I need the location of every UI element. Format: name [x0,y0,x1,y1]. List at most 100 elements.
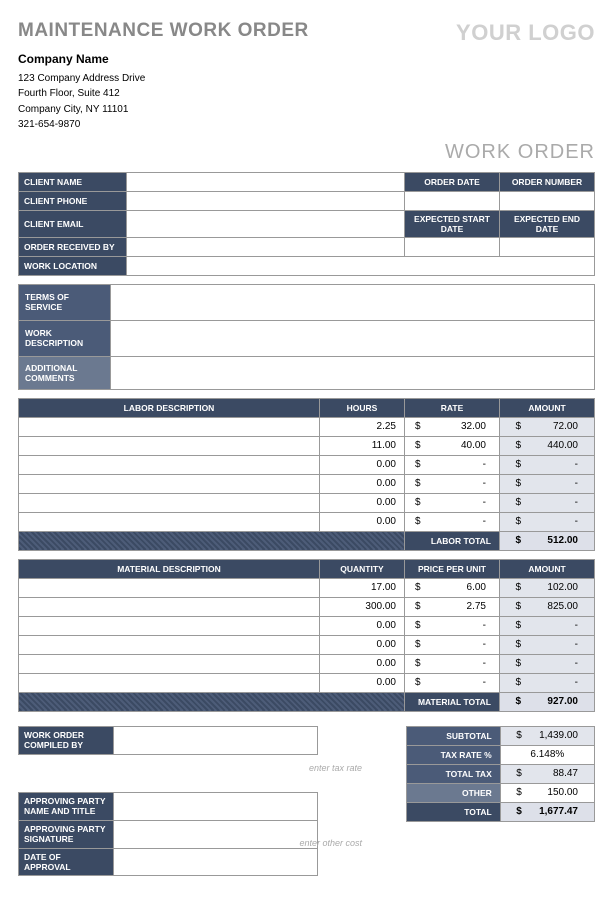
client-email-label: CLIENT EMAIL [19,210,127,237]
company-addr1: 123 Company Address Drive [18,71,309,87]
material-desc-cell[interactable] [19,635,320,654]
work-desc-field[interactable] [111,320,595,356]
table-row: 0.00$-$- [19,654,595,673]
other-label: OTHER [407,783,501,802]
table-row: 0.00$-$- [19,616,595,635]
material-ppu-cell[interactable]: $- [405,673,500,692]
labor-hours-cell[interactable]: 0.00 [320,474,405,493]
material-ppu-cell[interactable]: $6.00 [405,578,500,597]
totaltax-value: $88.47 [500,764,594,783]
labor-hatch [19,531,405,550]
compiled-by-field[interactable] [114,726,318,754]
table-row: 300.00$2.75$825.00 [19,597,595,616]
material-amount-cell: $- [500,616,595,635]
material-ppu-cell[interactable]: $- [405,635,500,654]
work-desc-label: WORK DESCRIPTION [19,320,111,356]
labor-hours-cell[interactable]: 11.00 [320,436,405,455]
labor-hours-cell[interactable]: 0.00 [320,455,405,474]
order-date-field[interactable] [405,191,500,210]
taxrate-label: TAX RATE % [407,745,501,764]
material-desc-cell[interactable] [19,616,320,635]
table-row: 11.00$40.00$440.00 [19,436,595,455]
comments-field[interactable] [111,356,595,389]
material-qty-cell[interactable]: 0.00 [320,673,405,692]
company-name: Company Name [18,50,309,69]
table-row: 0.00$-$- [19,455,595,474]
table-row: 0.00$-$- [19,635,595,654]
labor-hours-cell[interactable]: 0.00 [320,493,405,512]
labor-amount-cell: $72.00 [500,417,595,436]
material-ppu-cell[interactable]: $- [405,616,500,635]
terms-field[interactable] [111,284,595,320]
table-row: 2.25$32.00$72.00 [19,417,595,436]
order-received-field[interactable] [127,237,405,256]
labor-rate-cell[interactable]: $- [405,455,500,474]
order-received-label: ORDER RECEIVED BY [19,237,127,256]
client-phone-label: CLIENT PHONE [19,191,127,210]
labor-desc-cell[interactable] [19,417,320,436]
client-name-field[interactable] [127,172,405,191]
labor-desc-cell[interactable] [19,455,320,474]
material-amount-cell: $102.00 [500,578,595,597]
tax-rate-hint: enter tax rate [18,759,368,778]
grand-total-label: TOTAL [407,802,501,821]
material-qty-cell[interactable]: 17.00 [320,578,405,597]
labor-rate-cell[interactable]: $40.00 [405,436,500,455]
material-qty-cell[interactable]: 0.00 [320,635,405,654]
expected-start-label: EXPECTED START DATE [405,210,500,237]
labor-rate-cell[interactable]: $- [405,493,500,512]
terms-label: TERMS OF SERVICE [19,284,111,320]
work-location-field[interactable] [127,256,595,275]
material-desc-cell[interactable] [19,654,320,673]
expected-start-field[interactable] [405,237,500,256]
material-ppu-cell[interactable]: $2.75 [405,597,500,616]
material-table: MATERIAL DESCRIPTION QUANTITY PRICE PER … [18,559,595,712]
totaltax-label: TOTAL TAX [407,764,501,783]
subtotal-value: $1,439.00 [500,726,594,745]
labor-amount-cell: $- [500,455,595,474]
material-desc-cell[interactable] [19,597,320,616]
approver-name-field[interactable] [114,792,318,820]
order-date-label: ORDER DATE [405,172,500,191]
material-hatch [19,692,405,711]
expected-end-field[interactable] [500,237,595,256]
labor-total-value: $512.00 [500,531,595,550]
material-qty-cell[interactable]: 300.00 [320,597,405,616]
page-title: MAINTENANCE WORK ORDER [18,20,309,42]
material-ppu-cell[interactable]: $- [405,654,500,673]
material-desc-cell[interactable] [19,578,320,597]
labor-hours-cell[interactable]: 0.00 [320,512,405,531]
taxrate-value[interactable]: 6.148% [500,745,594,764]
table-row: 0.00$-$- [19,493,595,512]
material-amount-cell: $- [500,673,595,692]
labor-hours-cell[interactable]: 2.25 [320,417,405,436]
material-desc-header: MATERIAL DESCRIPTION [19,559,320,578]
material-qty-cell[interactable]: 0.00 [320,616,405,635]
material-total-value: $927.00 [500,692,595,711]
labor-desc-cell[interactable] [19,436,320,455]
other-cost-hint: enter other cost [18,834,368,853]
labor-rate-cell[interactable]: $- [405,474,500,493]
labor-desc-cell[interactable] [19,474,320,493]
labor-rate-cell[interactable]: $32.00 [405,417,500,436]
labor-rate-cell[interactable]: $- [405,512,500,531]
labor-table: LABOR DESCRIPTION HOURS RATE AMOUNT 2.25… [18,398,595,551]
labor-amount-cell: $- [500,512,595,531]
table-row: 17.00$6.00$102.00 [19,578,595,597]
approver-name-label: APPROVING PARTY NAME AND TITLE [19,792,114,820]
material-desc-cell[interactable] [19,673,320,692]
labor-amount-header: AMOUNT [500,398,595,417]
labor-desc-cell[interactable] [19,493,320,512]
labor-desc-cell[interactable] [19,512,320,531]
client-phone-field[interactable] [127,191,405,210]
client-email-field[interactable] [127,210,405,237]
other-value[interactable]: $150.00 [500,783,594,802]
company-city: Company City, NY 11101 [18,102,309,118]
totals-table: SUBTOTAL $1,439.00 TAX RATE % 6.148% TOT… [368,726,595,822]
material-qty-cell[interactable]: 0.00 [320,654,405,673]
work-location-label: WORK LOCATION [19,256,127,275]
notes-table: TERMS OF SERVICE WORK DESCRIPTION ADDITI… [18,284,595,390]
order-number-field[interactable] [500,191,595,210]
material-ppu-header: PRICE PER UNIT [405,559,500,578]
labor-desc-header: LABOR DESCRIPTION [19,398,320,417]
